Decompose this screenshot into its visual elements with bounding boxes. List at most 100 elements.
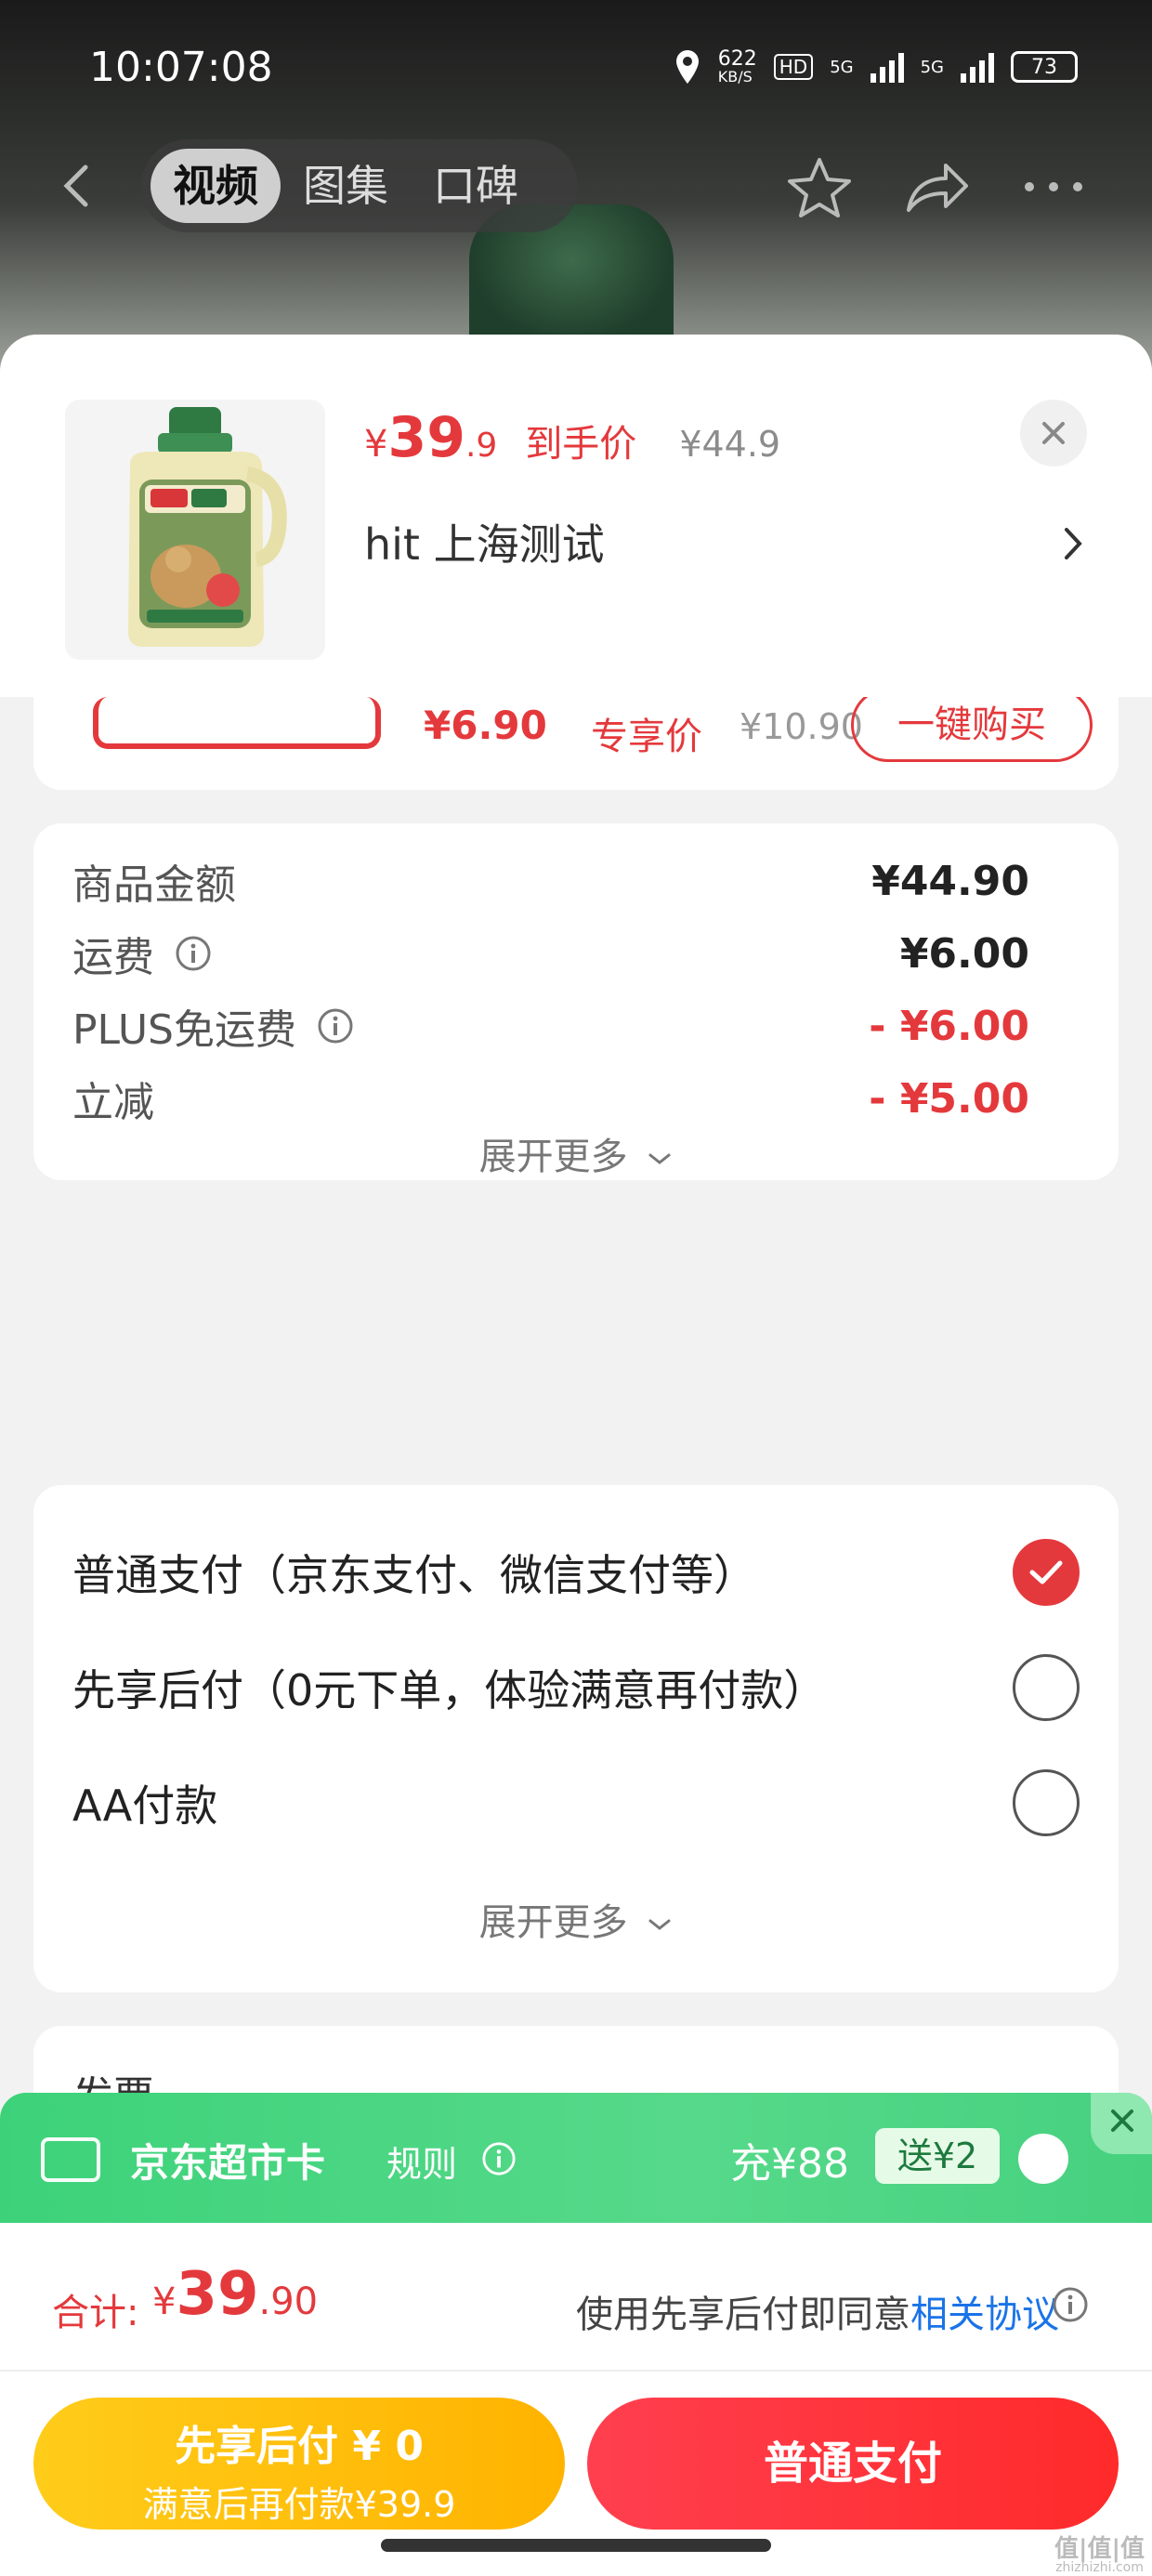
agreement-link[interactable]: 相关协议 bbox=[910, 2293, 1059, 2336]
promo-rule-link[interactable]: 规则 bbox=[386, 2136, 457, 2187]
original-price: ¥44.9 bbox=[679, 424, 781, 465]
share-icon[interactable] bbox=[903, 156, 970, 217]
cost-row-value: ¥6.00 bbox=[899, 929, 1029, 978]
detergent-bottle-image bbox=[128, 407, 287, 647]
recommendation-price: ¥6.90 bbox=[424, 703, 547, 748]
net-speed-unit: KB/S bbox=[717, 68, 753, 85]
agreement-prefix: 使用先享后付即同意 bbox=[576, 2293, 910, 2336]
total-label: 合计: bbox=[52, 2292, 139, 2334]
final-price-symbol: ¥ bbox=[364, 423, 388, 466]
payment-option-label: AA付款 bbox=[72, 1781, 218, 1831]
cost-row-plus-shipping: PLUS免运费 - ¥6.00 bbox=[72, 989, 1029, 1063]
total-price: ¥39.90 bbox=[152, 2260, 318, 2329]
order-total-bar: 合计: ¥39.90 使用先享后付即同意相关协议 bbox=[0, 2223, 1152, 2372]
info-icon[interactable] bbox=[317, 1007, 354, 1045]
pay-later-title: 先享后付 ¥ 0 bbox=[175, 2423, 424, 2470]
product-thumbnail bbox=[65, 400, 325, 660]
delivery-address[interactable]: hit 上海测试 bbox=[364, 511, 605, 572]
cost-row-discount: 立减 - ¥5.00 bbox=[72, 1061, 1029, 1136]
payment-option-pay-later[interactable]: 先享后付（0元下单，体验满意再付款） bbox=[72, 1650, 1080, 1725]
final-price-label: 到手价 bbox=[525, 423, 637, 466]
status-time: 10:07:08 bbox=[89, 43, 273, 91]
promo-close-button[interactable] bbox=[1091, 2093, 1152, 2154]
media-tabs: 视频 图集 口碑 bbox=[141, 139, 578, 232]
watermark-logo: 值|值|值 zhizhizhi.com bbox=[1054, 2537, 1145, 2574]
cost-row-value: ¥44.90 bbox=[871, 857, 1029, 905]
recommendation-image bbox=[93, 697, 381, 749]
pay-later-button[interactable]: 先享后付 ¥ 0 满意后再付款¥39.9 bbox=[33, 2398, 565, 2530]
battery-level: 73 bbox=[1031, 55, 1057, 79]
tab-video[interactable]: 视频 bbox=[151, 149, 281, 223]
favorite-star-icon[interactable] bbox=[786, 156, 853, 217]
agreement-text: 使用先享后付即同意相关协议 bbox=[576, 2284, 1059, 2338]
chevron-right-icon[interactable] bbox=[1059, 520, 1087, 567]
expand-more-label: 展开更多 bbox=[478, 1136, 628, 1178]
payment-option-label: 普通支付（京东支付、微信支付等） bbox=[72, 1550, 756, 1600]
checkmark-icon bbox=[1029, 1560, 1063, 1584]
cost-row-value: - ¥6.00 bbox=[869, 1002, 1029, 1050]
signal-2-label: 5G bbox=[920, 57, 944, 77]
promo-gift-badge: 送¥2 bbox=[875, 2128, 1000, 2184]
recommendation-original-price: ¥10.90 bbox=[740, 706, 863, 747]
payment-option-label: 先享后付（0元下单，体验满意再付款） bbox=[72, 1665, 827, 1715]
product-nav-bar: 视频 图集 口碑 bbox=[0, 139, 1152, 232]
cost-row-value: - ¥5.00 bbox=[869, 1074, 1029, 1123]
payment-method-card: 普通支付（京东支付、微信支付等） 先享后付（0元下单，体验满意再付款） AA付款… bbox=[33, 1485, 1119, 1992]
total-price-integer: 39 bbox=[176, 2260, 259, 2329]
pay-later-subtitle: 满意后再付款¥39.9 bbox=[142, 2484, 456, 2525]
status-bar: 10:07:08 622 KB/S HD 5G 5G 73 bbox=[89, 39, 1078, 95]
cost-row-label: 立减 bbox=[72, 1079, 154, 1126]
tab-gallery[interactable]: 图集 bbox=[281, 149, 411, 223]
cost-row-label: PLUS免运费 bbox=[72, 1006, 296, 1054]
more-icon[interactable] bbox=[1020, 156, 1087, 217]
payment-option-standard[interactable]: 普通支付（京东支付、微信支付等） bbox=[72, 1535, 1080, 1610]
price-bar: ¥39.9 到手价 ¥44.9 bbox=[364, 405, 780, 470]
cost-row-goods: 商品金额 ¥44.90 bbox=[72, 844, 1029, 918]
standard-pay-button[interactable]: 普通支付 bbox=[587, 2398, 1119, 2530]
final-price-decimal: .9 bbox=[465, 427, 498, 465]
cost-row-label: 商品金额 bbox=[72, 861, 236, 909]
promo-charge-amount: 充¥88 bbox=[730, 2140, 849, 2188]
promo-title: 京东超市卡 bbox=[130, 2140, 326, 2186]
signal-1-icon bbox=[870, 51, 904, 83]
chevron-down-icon bbox=[648, 1919, 671, 1930]
home-indicator[interactable] bbox=[381, 2539, 771, 2552]
info-icon[interactable] bbox=[1052, 2286, 1089, 2323]
payment-radio-checked[interactable] bbox=[1013, 1539, 1080, 1606]
expand-more-label: 展开更多 bbox=[478, 1901, 628, 1944]
close-icon bbox=[1042, 422, 1065, 444]
location-icon bbox=[675, 50, 699, 84]
close-button[interactable] bbox=[1020, 400, 1087, 467]
signal-1-label: 5G bbox=[830, 57, 854, 77]
tab-reviews[interactable]: 口碑 bbox=[411, 149, 541, 223]
back-icon[interactable] bbox=[58, 163, 95, 209]
total-price-decimal: .90 bbox=[258, 2280, 319, 2323]
final-price-integer: 39 bbox=[387, 405, 465, 470]
gift-card-icon bbox=[41, 2137, 100, 2182]
payment-radio[interactable] bbox=[1013, 1769, 1080, 1836]
watermark-main: 值|值|值 bbox=[1054, 2535, 1145, 2563]
payment-option-aa[interactable]: AA付款 bbox=[72, 1766, 1080, 1840]
cost-row-shipping: 运费 ¥6.00 bbox=[72, 916, 1029, 991]
product-summary: ¥39.9 到手价 ¥44.9 hit 上海测试 bbox=[0, 335, 1152, 697]
battery-icon: 73 bbox=[1011, 51, 1078, 83]
payment-radio[interactable] bbox=[1013, 1654, 1080, 1721]
expand-more-costs[interactable]: 展开更多 bbox=[33, 1126, 1119, 1180]
watermark-sub: zhizhizhi.com bbox=[1055, 2560, 1144, 2575]
signal-2-icon bbox=[961, 51, 994, 83]
recommendation-price-label: 专享价 bbox=[591, 716, 702, 758]
total-price-symbol: ¥ bbox=[152, 2280, 177, 2323]
chevron-down-icon bbox=[648, 1153, 671, 1164]
info-icon[interactable] bbox=[481, 2141, 517, 2176]
cost-row-label: 运费 bbox=[72, 934, 154, 981]
one-click-buy-button[interactable]: 一键购买 bbox=[851, 697, 1093, 762]
net-speed: 622 bbox=[717, 47, 757, 71]
cost-breakdown-card: 商品金额 ¥44.90 运费 ¥6.00 PLUS免运费 - ¥6.00 立减 … bbox=[33, 823, 1119, 1180]
hd-badge: HD bbox=[773, 54, 814, 80]
supermarket-card-promo[interactable]: 京东超市卡 规则 充¥88 送¥2 bbox=[0, 2093, 1152, 2223]
recommendation-card: ¥6.90 专享价 ¥10.90 一键购买 bbox=[33, 697, 1119, 790]
info-icon[interactable] bbox=[175, 935, 212, 972]
promo-radio[interactable] bbox=[1018, 2134, 1068, 2184]
close-icon bbox=[1111, 2109, 1133, 2132]
expand-more-payments[interactable]: 展开更多 bbox=[33, 1892, 1119, 1946]
